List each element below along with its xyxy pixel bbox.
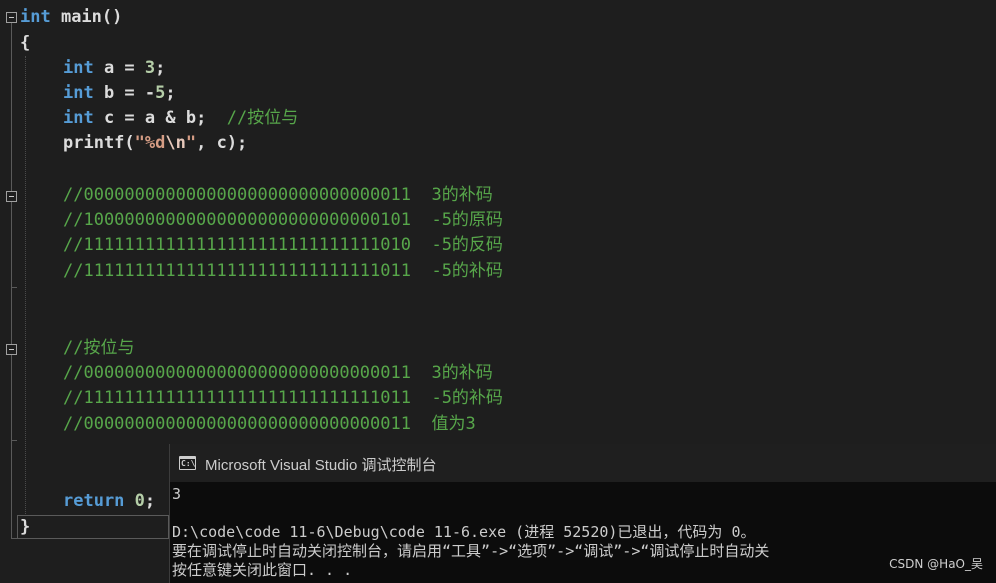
- string-literal: "%d: [134, 133, 166, 153]
- collapse-comment-block-2-icon[interactable]: [6, 344, 17, 355]
- code-text: , c);: [196, 133, 248, 153]
- code-line-18: //00000000000000000000000000000011 值为3: [63, 412, 476, 437]
- code-line-16: //00000000000000000000000000000011 3的补码: [63, 361, 493, 386]
- outline-line: [11, 23, 12, 538]
- code-line-21: return 0;: [63, 489, 155, 514]
- console-output-line: D:\code\code 11-6\Debug\code 11-6.exe (进…: [172, 523, 756, 541]
- keyword: int: [63, 108, 94, 128]
- code-text: a =: [93, 58, 145, 78]
- keyword: return: [63, 491, 125, 511]
- code-text: ;: [144, 491, 156, 511]
- console-output-line: 3: [172, 485, 182, 503]
- comment: //10000000000000000000000000000101 -5的原码: [63, 210, 503, 230]
- number-literal: 0: [134, 491, 145, 511]
- keyword: int: [20, 7, 51, 27]
- code-line-6: int c = a & b; //按位与: [63, 106, 298, 131]
- code-line-11: //11111111111111111111111111111010 -5的反码: [63, 233, 503, 258]
- code-line-5: int b = -5;: [63, 81, 176, 106]
- keyword: int: [63, 58, 94, 78]
- outline-end: [11, 440, 17, 441]
- collapse-comment-block-1-icon[interactable]: [6, 191, 17, 202]
- comment: //按位与: [226, 108, 299, 128]
- code-line-1: int main(): [20, 5, 122, 30]
- escape-sequence: \n: [165, 133, 186, 153]
- comment: //00000000000000000000000000000011 3的补码: [63, 185, 493, 205]
- console-app-icon: C:\: [179, 456, 196, 470]
- code-line-9: //00000000000000000000000000000011 3的补码: [63, 183, 493, 208]
- console-titlebar[interactable]: C:\ Microsoft Visual Studio 调试控制台: [170, 444, 996, 482]
- code-text: ;: [165, 83, 176, 103]
- code-text: printf(: [63, 133, 135, 153]
- string-literal: ": [185, 133, 197, 153]
- code-text: main(): [50, 7, 123, 27]
- comment: //00000000000000000000000000000011 值为3: [63, 414, 476, 434]
- comment: //11111111111111111111111111111011 -5的补码: [63, 261, 503, 281]
- comment: //11111111111111111111111111111010 -5的反码: [63, 235, 503, 255]
- collapse-main-icon[interactable]: [6, 12, 17, 23]
- comment: //按位与: [63, 338, 135, 358]
- code-line-15: //按位与: [63, 336, 134, 361]
- comment: //00000000000000000000000000000011 3的补码: [63, 363, 493, 383]
- console-output-line: 要在调试停止时自动关闭控制台，请启用“工具”->“选项”->“调试”->“调试停…: [172, 542, 770, 560]
- code-text: {: [20, 33, 31, 53]
- debug-console-window[interactable]: C:\ Microsoft Visual Studio 调试控制台 3 D:\c…: [169, 444, 996, 583]
- keyword: int: [63, 83, 94, 103]
- number-literal: 3: [144, 58, 156, 78]
- indent-guide: [25, 56, 26, 516]
- code-line-4: int a = 3;: [63, 56, 165, 81]
- code-line-12: //11111111111111111111111111111011 -5的补码: [63, 259, 503, 284]
- code-line-10: //10000000000000000000000000000101 -5的原码: [63, 208, 503, 233]
- code-line-7: printf("%d\n", c);: [63, 131, 247, 156]
- code-text: ;: [155, 58, 166, 78]
- outline-end: [11, 287, 17, 288]
- console-icon-glyph: C:\: [181, 459, 196, 468]
- code-text: b = -: [93, 83, 156, 103]
- code-line-17: //11111111111111111111111111111011 -5的补码: [63, 386, 503, 411]
- csdn-watermark: CSDN @HaO_吴: [889, 557, 983, 571]
- code-text: c = a & b;: [93, 108, 227, 128]
- console-output-line: 按任意键关闭此窗口. . .: [172, 561, 353, 579]
- code-text: }: [20, 517, 31, 537]
- number-literal: 5: [155, 83, 166, 103]
- current-line-highlight: [17, 515, 169, 539]
- comment: //11111111111111111111111111111011 -5的补码: [63, 388, 503, 408]
- code-line-22: }: [20, 515, 30, 540]
- code-line-2: {: [20, 31, 30, 56]
- console-title: Microsoft Visual Studio 调试控制台: [205, 457, 437, 474]
